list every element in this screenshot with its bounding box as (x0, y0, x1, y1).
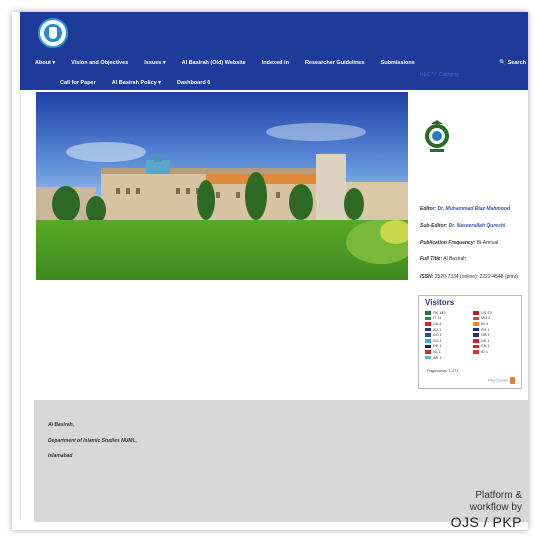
country-flag-icon (473, 327, 479, 332)
country-count: DE 1 (433, 344, 442, 349)
country-flag-icon (425, 333, 431, 337)
country-flag-icon (473, 333, 479, 337)
platform-credit: Platform & workflow by (470, 490, 522, 514)
country-count: CA 4 (433, 321, 442, 326)
secondary-nav: Call for Paper Al Basirah Policy ▾ Dashb… (60, 80, 226, 86)
nav-vision[interactable]: Vision and Objectives (71, 60, 128, 66)
country-count: GB 1 (481, 333, 490, 338)
footer-department: Department of Islamic Studies NUML, (48, 438, 137, 444)
site-header: About ▾ Vision and Objectives Issues ▾ A… (20, 12, 528, 90)
country-flag-icon (425, 338, 431, 343)
country-count: PK 145 (433, 310, 446, 315)
country-flag-icon (425, 355, 431, 360)
country-flag-icon (473, 344, 479, 349)
country-flag-icon (473, 350, 479, 354)
nav-guidelines[interactable]: Researcher Guidelines (305, 60, 365, 66)
country-count: CN 1 (481, 344, 490, 349)
flag-counter-label: Flag Counter (487, 378, 508, 383)
editor-label: Editor: (420, 206, 437, 212)
frequency-line: Publication Frequency: Bi-Annual (420, 240, 498, 246)
journal-logo[interactable] (38, 18, 68, 48)
country-count: AU 1 (433, 327, 442, 332)
hec-logo-icon (425, 120, 449, 152)
footer-journal: Al Basirah, (48, 422, 75, 428)
nav-old-website[interactable]: Al Basirah (Old) Website (182, 60, 246, 66)
subeditor-label: Sub-Editor: (420, 223, 448, 229)
visitor-country-row: AR 1 (425, 355, 445, 361)
fulltitle-line: Full Title: Al Basirah (420, 256, 466, 262)
visitors-title: Visitors (425, 298, 455, 307)
visitor-list-left: PK 145 IT 11 CA 4 AU 1 DO 1 SO 1 DE 1 NL 1 AR 1 (425, 310, 445, 360)
issn-value: 2520-7334 (online); 2222-4548 (print) (434, 274, 518, 280)
flag-counter-icon (510, 377, 515, 384)
country-count: SO 1 (433, 338, 442, 343)
nav-about[interactable]: About ▾ (35, 60, 55, 66)
country-count: IT 11 (433, 316, 442, 321)
nav-policy[interactable]: Al Basirah Policy ▾ (112, 80, 161, 86)
hec-category[interactable]: HEC 'Y' Category (420, 72, 459, 78)
country-count: ID 1 (481, 349, 488, 354)
nav-issues[interactable]: Issues ▾ (144, 60, 165, 66)
country-flag-icon (473, 316, 479, 321)
country-flag-icon (473, 311, 479, 315)
editor-name[interactable]: Dr. Muhammad Riaz Mahmood (438, 206, 511, 212)
fulltitle-label: Full Title: (420, 256, 443, 262)
campus-hero-image (36, 92, 408, 280)
country-flag-icon (473, 322, 479, 326)
visitor-country-row: ID 1 (473, 349, 492, 355)
country-flag-icon (473, 338, 479, 343)
footer-city: Islamabad (48, 453, 73, 459)
subeditor-line: Sub-Editor: Dr. Naseerullah Qureshi (420, 223, 505, 229)
country-count: NL 1 (433, 349, 441, 354)
platform-line-1: Platform & (475, 490, 522, 501)
editor-line: Editor: Dr. Muhammad Riaz Mahmood (420, 206, 510, 212)
frequency-value: Bi-Annual (476, 240, 499, 246)
primary-nav: About ▾ Vision and Objectives Issues ▾ A… (35, 60, 431, 66)
pageviews-count: Pageviews: 1,271 (427, 368, 459, 373)
site-footer: Al Basirah, Department of Islamic Studie… (34, 400, 528, 530)
country-count: IN 4 (481, 321, 488, 326)
nav-submissions[interactable]: Submissions (381, 60, 415, 66)
country-count: MO 4 (481, 316, 491, 321)
subeditor-name[interactable]: Dr. Naseerullah Qureshi (449, 223, 506, 229)
search-link[interactable]: 🔍 Search (499, 60, 526, 66)
nav-indexed[interactable]: Indexed in (262, 60, 289, 66)
country-count: AR 1 (433, 355, 442, 360)
visitor-list-right: US 23 MO 4 IN 4 PH 1 GB 1 DK 1 CN 1 ID 1 (473, 310, 492, 355)
fulltitle-value: Al Basirah (443, 256, 467, 262)
country-count: PH 1 (481, 327, 490, 332)
country-flag-icon (425, 322, 431, 326)
ojs-pkp-logo[interactable]: OJS / PKP (451, 514, 522, 530)
content-rail (20, 90, 21, 520)
country-count: DK 1 (481, 338, 490, 343)
flag-counter-link[interactable]: Flag Counter (488, 377, 515, 384)
issn-label: ISSN: (420, 274, 434, 280)
visitor-counter-widget[interactable]: Visitors PK 145 IT 11 CA 4 AU 1 DO 1 SO 1 DE 1… (418, 295, 522, 389)
frequency-label: Publication Frequency: (420, 240, 476, 246)
country-flag-icon (425, 350, 431, 354)
country-flag-icon (425, 327, 431, 332)
country-flag-icon (425, 344, 431, 349)
platform-line-2: workflow by (469, 502, 522, 513)
logo-crest-icon (49, 27, 57, 39)
nav-call-for-paper[interactable]: Call for Paper (60, 80, 96, 86)
country-count: DO 1 (433, 333, 442, 338)
nav-dashboard[interactable]: Dashboard 6 (177, 80, 210, 86)
country-flag-icon (425, 311, 431, 315)
issn-line: ISSN: 2520-7334 (online); 2222-4548 (pri… (420, 272, 524, 282)
country-count: US 23 (481, 310, 492, 315)
country-flag-icon (425, 316, 431, 321)
